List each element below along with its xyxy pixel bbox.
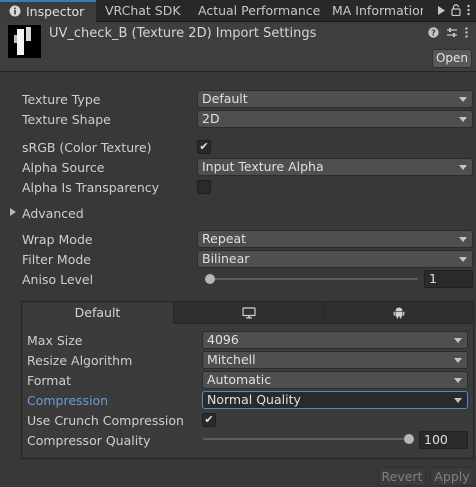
tab-controls [432, 0, 476, 22]
tab-scroll-right-icon[interactable] [438, 5, 445, 18]
aniso-level-field[interactable]: 1 [424, 270, 473, 288]
window-tab-bar: Inspector VRChat SDK Actual Performance … [0, 0, 476, 22]
tab-vrchat-sdk[interactable]: VRChat SDK [96, 0, 189, 22]
alpha-source-label: Alpha Source [22, 160, 105, 175]
dropdown-value: 4096 [207, 332, 239, 347]
tab-label: Inspector [26, 4, 85, 19]
texture-thumbnail [8, 25, 41, 58]
chevron-down-icon [459, 97, 467, 102]
aniso-level-slider-knob[interactable] [205, 274, 215, 284]
chevron-down-icon [459, 165, 467, 170]
texture-type-dropdown[interactable]: Default [197, 90, 473, 108]
aniso-level-slider-track[interactable] [205, 278, 418, 280]
dropdown-value: Bilinear [202, 251, 250, 266]
inspector-header: UV_check_B (Texture 2D) Import Settings … [0, 22, 476, 72]
wrap-mode-dropdown[interactable]: Repeat [197, 230, 473, 248]
compressor-quality-slider-track[interactable] [203, 438, 413, 440]
texture-shape-label: Texture Shape [22, 112, 111, 127]
dropdown-value: Normal Quality [207, 392, 301, 407]
dropdown-value: 2D [202, 111, 220, 126]
android-icon [393, 305, 405, 320]
filter-mode-dropdown[interactable]: Bilinear [197, 250, 473, 268]
chevron-down-icon [459, 117, 467, 122]
advanced-foldout-arrow-icon[interactable] [10, 208, 16, 216]
dropdown-value: Repeat [202, 231, 247, 246]
max-size-dropdown[interactable]: 4096 [202, 331, 468, 349]
dropdown-value: Input Texture Alpha [202, 159, 324, 174]
aniso-level-label: Aniso Level [22, 272, 94, 287]
more-options-icon[interactable] [467, 4, 470, 19]
compression-label: Compression [27, 393, 109, 408]
format-dropdown[interactable]: Automatic [202, 371, 468, 389]
header-icons: ? [428, 27, 468, 41]
compressor-quality-field[interactable]: 100 [419, 431, 468, 449]
chevron-down-icon [459, 257, 467, 262]
dropdown-value: Automatic [207, 372, 272, 387]
preset-icon[interactable] [446, 27, 458, 41]
compression-dropdown[interactable]: Normal Quality [202, 391, 468, 409]
alpha-source-dropdown[interactable]: Input Texture Alpha [197, 158, 473, 176]
alpha-is-transparency-checkbox[interactable] [197, 180, 211, 194]
tab-label: MA Information [332, 3, 423, 18]
tab-label: VRChat SDK [105, 3, 181, 18]
chevron-down-icon [454, 338, 462, 343]
platform-tab-standalone[interactable] [173, 302, 323, 324]
apply-button[interactable]: Apply [430, 467, 474, 486]
use-crunch-compression-label: Use Crunch Compression [27, 413, 184, 428]
srgb-checkbox[interactable]: ✔ [197, 140, 211, 154]
resize-algorithm-label: Resize Algorithm [27, 353, 133, 368]
svg-text:?: ? [431, 29, 436, 38]
help-icon[interactable]: ? [428, 27, 439, 41]
format-label: Format [27, 373, 72, 388]
header-title: UV_check_B (Texture 2D) Import Settings [49, 26, 317, 41]
checkmark-icon: ✔ [199, 140, 209, 153]
use-crunch-compression-checkbox[interactable]: ✔ [202, 413, 216, 427]
filter-mode-label: Filter Mode [22, 252, 91, 267]
tab-ma-information[interactable]: MA Information [323, 0, 423, 22]
chevron-down-icon [454, 398, 462, 403]
context-menu-icon[interactable] [465, 27, 468, 41]
chevron-down-icon [454, 358, 462, 363]
wrap-mode-label: Wrap Mode [22, 232, 93, 247]
texture-shape-dropdown[interactable]: 2D [197, 110, 473, 128]
resize-algorithm-dropdown[interactable]: Mitchell [202, 351, 468, 369]
dropdown-value: Default [202, 91, 248, 106]
dropdown-value: Mitchell [207, 352, 256, 367]
texture-type-label: Texture Type [22, 92, 101, 107]
tab-inspector[interactable]: Inspector [0, 0, 96, 22]
platform-tab-default[interactable]: Default [22, 302, 173, 324]
tab-label: Actual Performance [198, 3, 321, 18]
revert-button[interactable]: Revert [378, 467, 426, 486]
checkmark-icon: ✔ [204, 413, 214, 426]
max-size-label: Max Size [27, 333, 83, 348]
tab-actual-performance[interactable]: Actual Performance [189, 0, 323, 22]
srgb-label: sRGB (Color Texture) [22, 140, 152, 155]
chevron-down-icon [454, 378, 462, 383]
platform-tab-android[interactable] [323, 302, 473, 324]
info-icon [9, 3, 21, 17]
advanced-foldout-label[interactable]: Advanced [22, 206, 84, 221]
compressor-quality-label: Compressor Quality [27, 433, 151, 448]
lock-icon[interactable] [451, 3, 461, 19]
open-button[interactable]: Open [432, 49, 472, 68]
tab-label: Default [74, 305, 121, 320]
monitor-icon [241, 305, 256, 320]
alpha-is-transparency-label: Alpha Is Transparency [22, 180, 160, 195]
compressor-quality-slider-knob[interactable] [404, 434, 414, 444]
chevron-down-icon [459, 237, 467, 242]
